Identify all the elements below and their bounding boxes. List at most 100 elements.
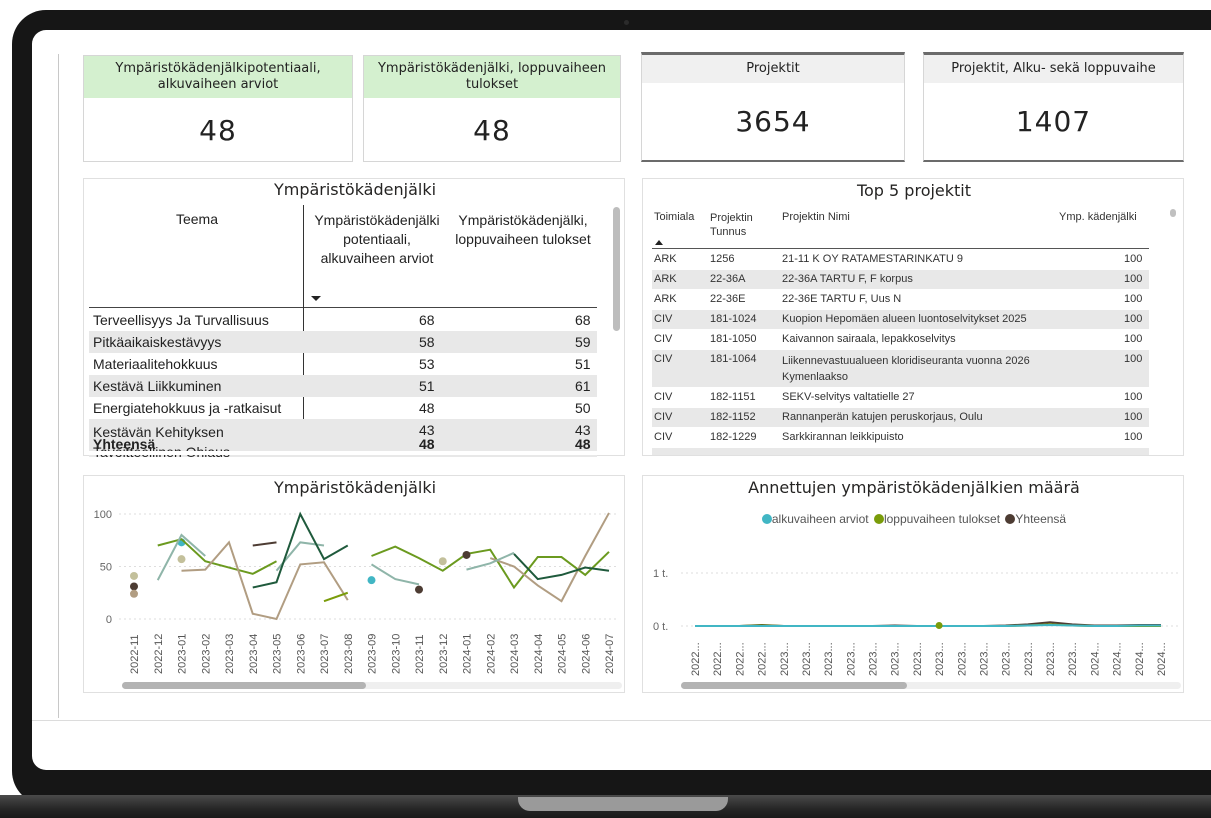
col-header-teema[interactable]: Teema [89, 211, 305, 227]
x-tick-label: 2023... [801, 642, 813, 676]
data-point[interactable] [415, 585, 423, 594]
kpi-value: 3654 [735, 104, 811, 138]
canvas-bottom-rule [32, 720, 1211, 721]
cell-toimiala: ARK [654, 253, 677, 265]
row-value-a: 53 [419, 356, 435, 372]
table-row [652, 448, 1149, 455]
col-header-tunnus[interactable]: Projektin Tunnus [710, 211, 770, 239]
cell-tunnus: 182-1229 [710, 431, 757, 443]
y-tick-label: 50 [100, 562, 112, 574]
cell-toimiala: CIV [654, 411, 673, 423]
table-row[interactable]: CIV 181-1064 Liikennevastuualueen kloridis… [652, 350, 1149, 387]
y-tick-label: 1 t. [653, 568, 668, 580]
table-row[interactable]: ARK 22-36E 22-36E TARTU F, Uus N 100 [652, 290, 1149, 309]
cell-nimi: Sarkkirannan leikkipuisto [782, 431, 904, 443]
cell-toimiala: ARK [654, 273, 677, 285]
series-line[interactable] [181, 540, 349, 621]
line-chart-1[interactable]: 0 50 100 2022-11 2022-12 2023-01 2023-02 2023-0… [84, 476, 624, 692]
cell-nimi: SEKV-selvitys valtatielle 27 [782, 391, 915, 403]
col-header-final[interactable]: Ympäristökädenjälki, loppuvaiheen tuloks… [449, 211, 597, 249]
row-value-a: 58 [419, 334, 435, 350]
series-line[interactable] [466, 551, 515, 571]
total-value-b: 48 [575, 436, 591, 452]
x-tick-label: 2023... [1067, 642, 1079, 676]
table-row[interactable]: ARK 22-36A 22-36A TARTU F, F korpus 100 [652, 270, 1149, 289]
table-row[interactable]: CIV 182-1152 Rannanperän katujen peruskorj… [652, 408, 1149, 427]
cell-toimiala: ARK [654, 293, 677, 305]
cell-nimi: Kaivannon sairaala, lepakkoselvitys [782, 333, 956, 345]
chart-scrollbar-thumb[interactable] [122, 682, 366, 689]
data-point[interactable] [130, 571, 138, 580]
table-row[interactable]: Kestävä Liikkuminen 51 61 [89, 375, 597, 397]
x-tick-label: 2024-01 [462, 634, 474, 674]
table-row[interactable]: Pitkäaikaiskestävyys 58 59 [89, 331, 597, 353]
series-line[interactable] [323, 591, 349, 603]
top-projects-panel[interactable]: Top 5 projektit Toimiala Projektin Tunnu… [642, 178, 1184, 456]
x-tick-label: 2023-12 [438, 634, 450, 674]
cell-value: 100 [1124, 391, 1143, 403]
x-tick-label: 2023-06 [295, 634, 307, 674]
theme-table: Teema Ympäristökädenjälki potentiaali, a… [89, 205, 599, 460]
cell-value: 100 [1124, 431, 1143, 443]
kpi-value: 48 [199, 113, 237, 147]
kpi-card-projects[interactable]: Projektit 3654 [641, 52, 905, 162]
table-row[interactable]: CIV 182-1229 Sarkkirannan leikkipuisto 100 [652, 428, 1149, 447]
kpi-card-projects-both[interactable]: Projektit, Alku- sekä loppuvaihe 1407 [923, 52, 1184, 162]
canvas-left-rule [58, 54, 59, 718]
cell-nimi: Rannanperän katujen peruskorjaus, Oulu [782, 411, 983, 423]
kpi-value: 48 [473, 113, 511, 147]
data-point[interactable] [462, 550, 471, 559]
sort-desc-icon[interactable] [311, 296, 321, 301]
laptop-notch [518, 797, 728, 811]
x-tick-label: 2023-08 [343, 634, 355, 674]
table-row[interactable]: CIV 181-1050 Kaivannon sairaala, lepakkose… [652, 330, 1149, 349]
row-value-b: 51 [575, 356, 591, 372]
x-tick-label: 2023-04 [248, 634, 260, 674]
x-tick-label: 2024... [1134, 642, 1146, 676]
cell-tunnus: 22-36E [710, 293, 746, 305]
cell-value: 100 [1124, 293, 1143, 305]
x-tick-label: 2024-03 [509, 634, 521, 674]
report-canvas: Ympäristökädenjälkipotentiaali, alkuvaih… [32, 30, 1211, 770]
data-point[interactable] [130, 589, 138, 598]
col-header-potential[interactable]: Ympäristökädenjälki potentiaali, alkuvai… [307, 211, 447, 268]
table-row[interactable]: Materiaalitehokkuus 53 51 [89, 353, 597, 375]
chart-scrollbar-thumb[interactable] [681, 682, 907, 689]
table-scrollbar[interactable] [1170, 209, 1176, 217]
col-header-toimiala[interactable]: Toimiala [654, 211, 694, 223]
cell-toimiala: CIV [654, 431, 673, 443]
count-line-chart-panel[interactable]: Annettujen ympäristökädenjälkien määrä a… [642, 475, 1184, 693]
sort-asc-icon[interactable] [655, 240, 663, 245]
data-point[interactable] [130, 582, 138, 591]
table-scrollbar[interactable] [613, 207, 620, 331]
data-point[interactable] [438, 557, 447, 566]
cell-tunnus: 22-36A [710, 273, 746, 285]
kpi-card-potential[interactable]: Ympäristökädenjälkipotentiaali, alkuvaih… [83, 55, 353, 162]
table-row[interactable]: CIV 181-1024 Kuopion Hepomäen alueen luont… [652, 310, 1149, 329]
series-line[interactable] [370, 563, 420, 586]
data-point[interactable] [935, 621, 943, 629]
series-line[interactable] [252, 541, 277, 547]
row-teema: Energiatehokkuus ja -ratkaisut [93, 400, 282, 416]
kpi-card-final[interactable]: Ympäristökädenjälki, loppuvaiheen tuloks… [363, 55, 621, 162]
cell-value: 100 [1124, 333, 1143, 345]
table-row[interactable]: CIV 182-1151 SEKV-selvitys valtatielle 27 1… [652, 388, 1149, 407]
x-tick-label: 2022-11 [129, 634, 141, 674]
data-point[interactable] [177, 555, 186, 564]
series-line[interactable] [695, 623, 1161, 627]
table-row[interactable]: ARK 1256 21-11 K OY RATAMESTARINKATU 9 100 [652, 250, 1149, 269]
row-value-b: 50 [575, 400, 591, 416]
x-tick-label: 2022... [712, 642, 724, 676]
col-header-kadenjalki[interactable]: Ymp. kädenjälki [1059, 211, 1137, 223]
themes-line-chart-panel[interactable]: Ympäristökädenjälki 0 50 100 2022-11 2022-12… [83, 475, 625, 693]
table-row[interactable]: Terveellisyys Ja Turvallisuus 68 68 [89, 309, 597, 331]
theme-table-panel[interactable]: Ympäristökädenjälki Teema Ympäristökäden… [83, 178, 625, 460]
line-chart-2[interactable]: 0 t. 1 t. 2022... 2022... 2022... 2022... 2023… [643, 476, 1183, 692]
cell-nimi: 21-11 K OY RATAMESTARINKATU 9 [782, 253, 963, 265]
data-point[interactable] [367, 576, 376, 585]
cell-value: 100 [1124, 313, 1143, 325]
col-header-nimi[interactable]: Projektin Nimi [782, 211, 850, 223]
cell-tunnus: 182-1152 [710, 411, 756, 423]
table-row[interactable]: Energiatehokkuus ja -ratkaisut 48 50 [89, 397, 597, 419]
kpi-title: Ympäristökädenjälkipotentiaali, alkuvaih… [84, 56, 352, 98]
